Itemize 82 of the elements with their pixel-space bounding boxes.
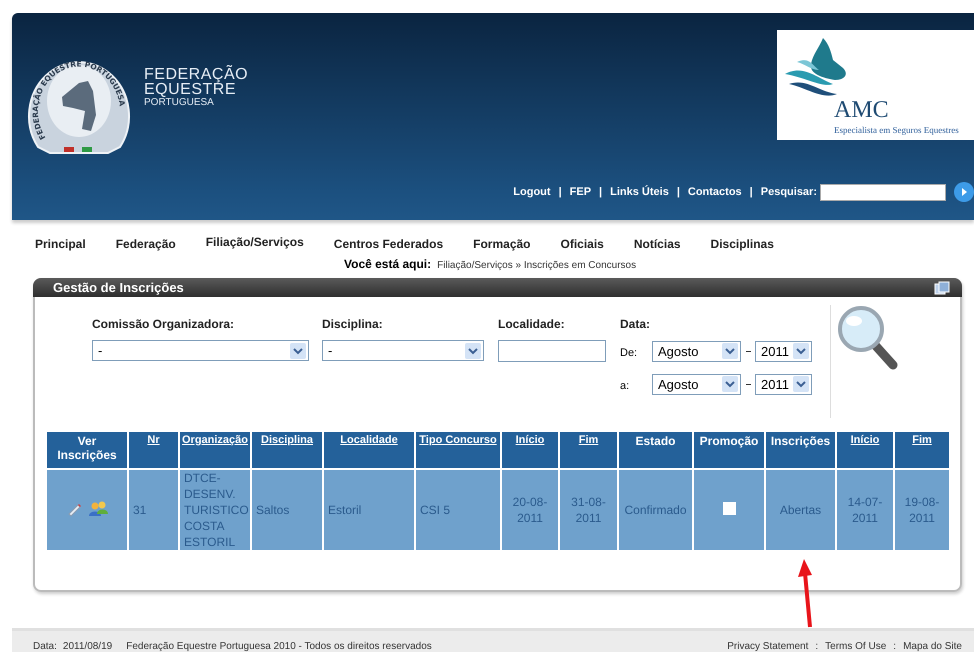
- select-field[interactable]: Agosto: [652, 340, 741, 362]
- column-header[interactable]: Localidade: [324, 432, 414, 468]
- sponsor-tagline: Especialista em Seguros Equestres: [834, 125, 959, 135]
- select-field[interactable]: -: [92, 340, 309, 361]
- search-label: Pesquisar:: [760, 186, 817, 198]
- sponsor-name: AMC: [834, 97, 889, 124]
- filter-label: Data:: [620, 317, 652, 331]
- nav-link[interactable]: Oficiais: [560, 237, 604, 251]
- footer-link[interactable]: Privacy Statement: [727, 641, 808, 652]
- column-header[interactable]: Início: [837, 432, 893, 468]
- footer-link[interactable]: Mapa do Site: [903, 641, 962, 652]
- text-field[interactable]: [498, 340, 606, 362]
- column-header[interactable]: Nr: [129, 432, 178, 468]
- brand-name: FEDERAÇÃO: [144, 67, 248, 82]
- panel-title: Gestão de Inscrições: [53, 280, 184, 295]
- sponsor-logo[interactable]: AMC Especialista em Seguros Equestres: [777, 30, 974, 140]
- column-header[interactable]: Organização: [180, 432, 250, 468]
- pages-icon[interactable]: [934, 280, 950, 294]
- select-field[interactable]: Agosto: [652, 374, 741, 394]
- caret-icon: [722, 376, 738, 392]
- search-go-button[interactable]: [954, 182, 974, 202]
- table-cell: Saltos: [252, 470, 322, 550]
- table-cell: Confirmado: [619, 470, 692, 550]
- column-header[interactable]: Fim: [895, 432, 949, 468]
- link-separator: :: [893, 641, 896, 652]
- header-link[interactable]: Contactos: [688, 186, 742, 198]
- caret-icon: [722, 343, 738, 359]
- select-field[interactable]: 2011: [755, 340, 812, 362]
- caret-icon: [290, 342, 306, 358]
- breadcrumb-label: Você está aqui:: [344, 257, 432, 271]
- link-separator: |: [558, 186, 562, 198]
- breadcrumb-path: Filiação/Serviços » Inscrições em Concursos: [437, 260, 636, 271]
- table-cell: 14-07-2011: [837, 470, 893, 550]
- range-label: a:: [620, 379, 630, 392]
- footer-date-label: Data:: [33, 641, 57, 652]
- column-header[interactable]: Início: [502, 432, 558, 468]
- search-field[interactable]: [820, 184, 946, 200]
- range-label: De:: [620, 346, 638, 359]
- link-separator: |: [676, 186, 680, 198]
- footer-date: 2011/08/19: [62, 641, 112, 652]
- brand-subtitle: PORTUGUESA: [144, 97, 215, 109]
- nav-link[interactable]: Filiação/Serviços: [206, 235, 304, 251]
- table-cell: 20-08-2011: [502, 470, 558, 550]
- column-header: Promoção: [694, 432, 764, 468]
- caret-icon: [465, 342, 481, 358]
- table-cell: Abertas: [766, 470, 835, 550]
- column-header: Estado: [619, 432, 692, 468]
- caret-icon: [793, 343, 809, 359]
- link-separator: |: [599, 186, 602, 198]
- link-separator: |: [750, 186, 753, 198]
- nav-link[interactable]: Notícias: [634, 237, 681, 251]
- header-link[interactable]: Logout: [513, 186, 551, 198]
- checkbox[interactable]: [722, 502, 736, 514]
- nav-link[interactable]: Centros Federados: [334, 237, 444, 251]
- header-link[interactable]: Links Úteis: [610, 186, 669, 198]
- table-cell: CSI 5: [416, 470, 500, 550]
- select-field[interactable]: -: [322, 340, 484, 361]
- column-header[interactable]: Disciplina: [252, 432, 322, 468]
- column-header: Inscrições: [766, 432, 835, 468]
- brand-name: EQUESTRE: [144, 82, 236, 97]
- column-header[interactable]: Tipo Concurso: [416, 432, 500, 468]
- nav-link[interactable]: Formação: [473, 237, 530, 251]
- footer-link[interactable]: Terms Of Use: [825, 641, 886, 652]
- filter-label: Localidade:: [498, 317, 566, 331]
- table-cell: Estoril: [324, 470, 414, 550]
- table-cell: 31-08-2011: [560, 470, 617, 550]
- table-cell: DTCE-DESENV. TURISTICO COSTA ESTORIL: [180, 470, 250, 550]
- copyright-text: Federação Equestre Portuguesa 2010 - Todos os direitos reservados: [126, 641, 432, 652]
- nav-link[interactable]: Principal: [35, 237, 86, 251]
- nav-link[interactable]: Federação: [116, 237, 176, 251]
- column-header: Ver Inscrições: [47, 432, 127, 468]
- table-cell: 19-08-2011: [895, 470, 949, 550]
- link-separator: :: [815, 641, 818, 652]
- users-icon[interactable]: [88, 500, 108, 518]
- column-header[interactable]: Fim: [560, 432, 617, 468]
- filter-label: Disciplina:: [322, 317, 384, 331]
- filter-label: Comissão Organizadora:: [92, 317, 236, 331]
- select-field[interactable]: 2011: [755, 374, 812, 394]
- header-link[interactable]: FEP: [570, 186, 592, 198]
- nav-link[interactable]: Disciplinas: [710, 237, 774, 251]
- table-cell: 31: [129, 470, 178, 550]
- caret-icon: [793, 376, 809, 392]
